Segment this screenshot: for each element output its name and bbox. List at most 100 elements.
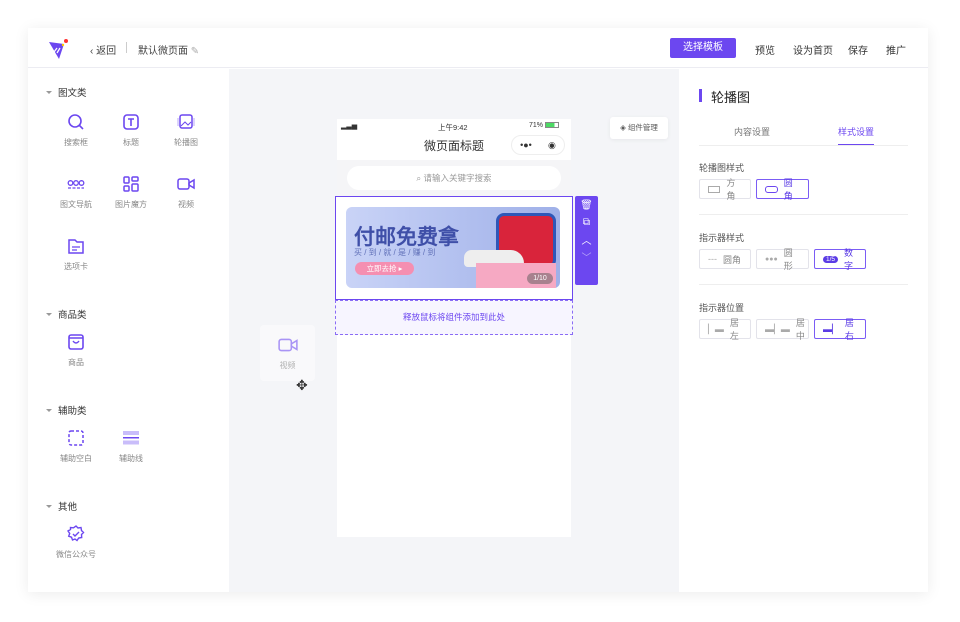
status-time: 上午9:42 xyxy=(438,123,468,132)
banner-indicator: 1/10 xyxy=(527,273,553,284)
option-label: 居右 xyxy=(844,318,854,341)
copy-icon[interactable]: ⧉ xyxy=(575,217,598,228)
component-label: 标题 xyxy=(123,138,139,147)
component-wechat[interactable]: 微信公众号 xyxy=(48,525,104,560)
component-sidebar: 图文类 搜索框 标题 轮播图 图文导航 图片魔方 视频 选项卡 商品类 商品 辅… xyxy=(28,69,229,592)
option-label: 居中 xyxy=(795,318,805,341)
component-product[interactable]: 商品 xyxy=(48,333,104,368)
option-label: 圆形 xyxy=(783,248,793,271)
option-align-center[interactable]: ▬▏▬ 居中 xyxy=(756,318,809,341)
drop-zone[interactable]: 释放鼠标将组件添加到此处 xyxy=(335,300,573,335)
section-title: 其他 xyxy=(46,499,77,513)
panel-title: 轮播图 xyxy=(711,90,751,105)
component-label: 搜索框 xyxy=(64,138,88,147)
grid-icon xyxy=(123,176,139,192)
move-cursor-icon: ✥ xyxy=(296,377,308,393)
title-accent xyxy=(699,89,702,102)
align-left-icon: ▏▬ xyxy=(708,323,724,334)
dots-indicator-icon: ●●● xyxy=(765,255,778,263)
option-rounded[interactable]: 圆角 xyxy=(756,178,809,201)
component-carousel[interactable]: 轮播图 xyxy=(158,113,214,148)
move-up-icon[interactable]: ︿ xyxy=(575,232,598,247)
option-label: 数字 xyxy=(844,248,854,271)
dragging-video-component[interactable]: 视频 xyxy=(260,325,315,381)
component-label: 商品 xyxy=(68,358,84,367)
component-label: 选项卡 xyxy=(64,262,88,271)
divider xyxy=(699,145,908,146)
banner-cta[interactable]: 立即去抢 ▸ xyxy=(355,262,414,275)
component-label: 辅助线 xyxy=(119,454,143,463)
promote-button[interactable]: 推广 xyxy=(886,42,906,57)
align-center-icon: ▬▏▬ xyxy=(765,323,790,334)
component-blank[interactable]: 辅助空白 xyxy=(48,429,104,464)
section-title: 图文类 xyxy=(46,85,87,99)
banner-image[interactable]: 付邮免费拿 买 / 到 / 就 / 是 / 赚 / 到 立即去抢 ▸ 1/10 xyxy=(346,207,560,288)
page-name-text: 默认微页面 xyxy=(138,46,188,57)
line-icon xyxy=(123,431,139,445)
battery: 71% xyxy=(529,122,559,129)
number-indicator-icon: 1/5 xyxy=(823,255,839,263)
layers-icon: ◈ xyxy=(620,123,626,132)
divider xyxy=(126,42,127,53)
search-bar-area: ⌕ 请输入关键字搜索 xyxy=(337,160,571,196)
rounded-corner-icon xyxy=(765,185,778,193)
option-indicator-dots[interactable]: ●●● 圆形 xyxy=(756,248,809,271)
component-tabs[interactable]: 选项卡 xyxy=(48,237,104,272)
component-manager-label: 组件管理 xyxy=(627,123,658,132)
component-label: 辅助空白 xyxy=(60,454,92,463)
divider xyxy=(699,284,908,285)
component-video[interactable]: 视频 xyxy=(158,175,214,210)
option-square[interactable]: 方角 xyxy=(699,178,751,201)
video-icon xyxy=(177,178,195,190)
tab-style-settings[interactable]: 样式设置 xyxy=(838,125,875,145)
section-title: 商品类 xyxy=(46,307,87,321)
component-label: 图片魔方 xyxy=(115,200,147,209)
save-button[interactable]: 保存 xyxy=(848,42,868,57)
nav-icon xyxy=(67,180,85,189)
move-down-icon[interactable]: ﹀ xyxy=(575,249,598,264)
component-image-grid[interactable]: 图片魔方 xyxy=(103,175,159,210)
logo xyxy=(48,38,70,60)
option-indicator-line[interactable]: ‑‑‑ 圆角 xyxy=(699,249,751,269)
edit-icon[interactable]: ✎ xyxy=(191,46,199,57)
square-corner-icon xyxy=(708,185,721,193)
more-icon[interactable]: •●• xyxy=(520,140,532,150)
component-nav[interactable]: 图文导航 xyxy=(48,175,104,210)
preview-button[interactable]: 预览 xyxy=(755,42,775,57)
component-label: 微信公众号 xyxy=(56,550,96,559)
selected-carousel[interactable]: 付邮免费拿 买 / 到 / 就 / 是 / 赚 / 到 立即去抢 ▸ 1/10 xyxy=(335,196,573,300)
component-toolbar: 🗑 ⧉ ︿ ﹀ xyxy=(575,196,598,285)
page-name[interactable]: 默认微页面 ✎ xyxy=(138,42,199,57)
video-icon xyxy=(277,338,298,352)
set-homepage-button[interactable]: 设为首页 xyxy=(793,42,833,57)
option-align-right[interactable]: ▬▏ 居右 xyxy=(814,318,866,341)
signal-icon: ▂▃▅ xyxy=(341,123,358,130)
search-placeholder: 请输入关键字搜索 xyxy=(423,173,492,183)
component-label: 轮播图 xyxy=(174,138,198,147)
option-align-left[interactable]: ▏▬ 居左 xyxy=(699,318,751,341)
close-circle-icon[interactable]: ◉ xyxy=(548,140,556,151)
align-right-icon: ▬▏ xyxy=(823,323,839,334)
back-label: 返回 xyxy=(96,46,117,57)
top-bar: ‹ 返回 默认微页面 ✎ 选择模板 预览 设为首页 保存 推广 xyxy=(28,28,928,68)
component-title[interactable]: 标题 xyxy=(103,113,159,148)
option-indicator-number[interactable]: 1/5 数字 xyxy=(814,248,866,271)
component-label: 图文导航 xyxy=(60,200,92,209)
tab-content-settings[interactable]: 内容设置 xyxy=(734,125,770,138)
settings-panel: 轮播图 内容设置 样式设置 轮播图样式 方角 圆角 指示器样式 ‑‑‑ 圆角 ●●… xyxy=(679,69,928,592)
delete-icon[interactable]: 🗑 xyxy=(575,200,598,211)
battery-icon xyxy=(544,122,559,128)
component-manager-button[interactable]: ◈ 组件管理 xyxy=(610,117,668,139)
carousel-icon xyxy=(177,114,195,129)
capsule-menu[interactable]: •●• ◉ xyxy=(511,135,565,155)
component-search[interactable]: 搜索框 xyxy=(48,113,104,148)
phone-search-input[interactable]: ⌕ 请输入关键字搜索 xyxy=(347,166,561,190)
option-label: 方角 xyxy=(726,178,736,201)
component-divider-line[interactable]: 辅助线 xyxy=(103,429,159,464)
battery-text: 71% xyxy=(529,122,544,129)
dash-indicator-icon: ‑‑‑ xyxy=(708,254,717,264)
choose-template-button[interactable]: 选择模板 xyxy=(670,38,736,58)
group-label: 指示器样式 xyxy=(699,233,745,243)
section-title: 辅助类 xyxy=(46,403,87,417)
back-button[interactable]: ‹ 返回 xyxy=(90,42,116,57)
